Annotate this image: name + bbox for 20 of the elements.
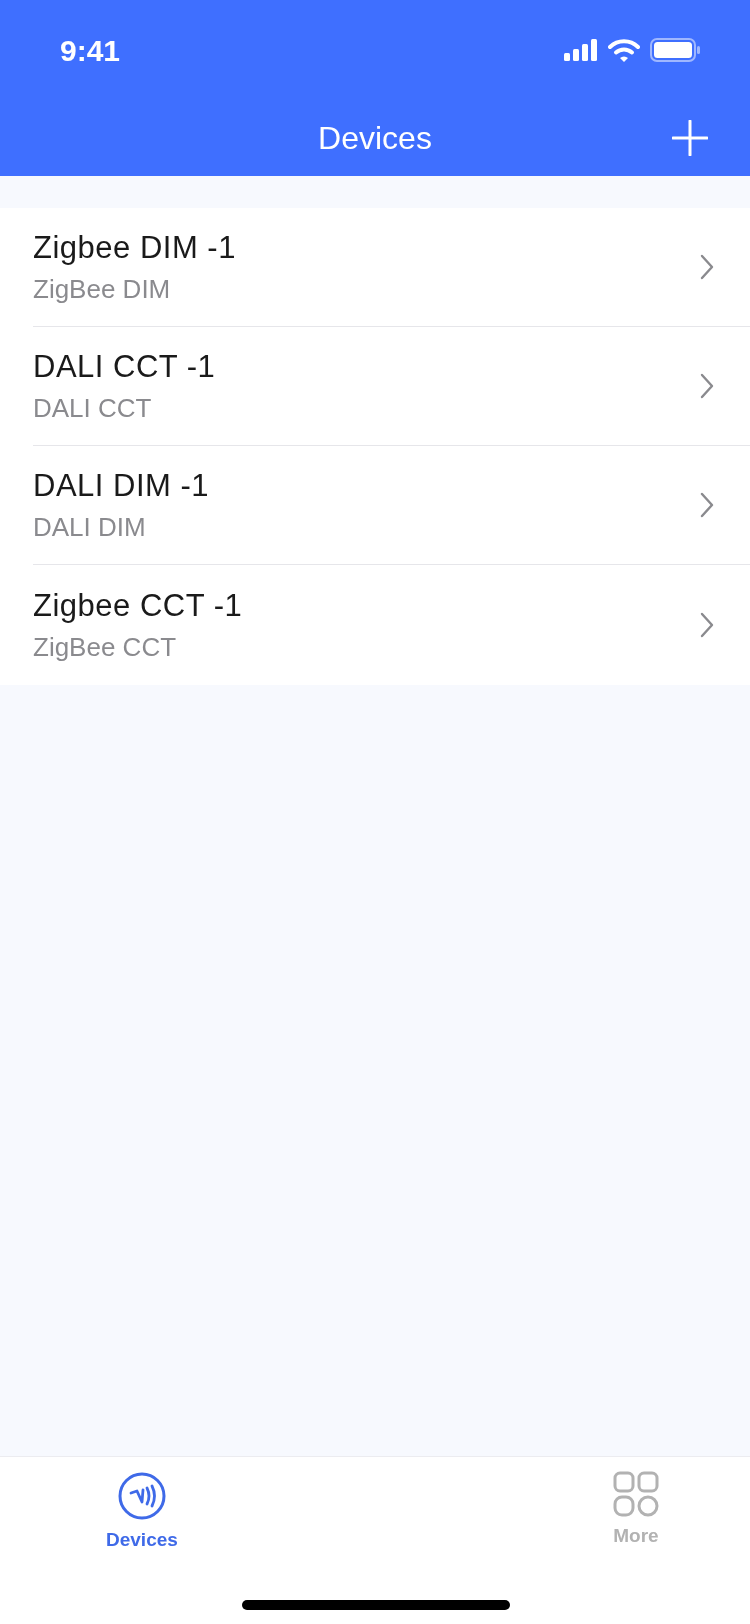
status-time: 9:41	[60, 33, 121, 68]
device-name: DALI CCT -1	[33, 348, 216, 385]
grid-icon	[613, 1471, 659, 1517]
device-name: Zigbee DIM -1	[33, 229, 236, 266]
battery-icon	[650, 38, 700, 62]
chevron-icon	[700, 373, 714, 399]
device-name: Zigbee CCT -1	[33, 587, 243, 624]
device-type: DALI DIM	[33, 511, 147, 543]
chevron-icon	[700, 612, 714, 638]
device-type: ZigBee DIM	[33, 273, 172, 305]
device-name: DALI DIM -1	[33, 467, 210, 504]
nfc-icon	[116, 1471, 167, 1521]
wifi-icon	[608, 38, 640, 62]
device-type: ZigBee CCT	[33, 631, 178, 663]
nav-title: Devices	[318, 119, 432, 157]
signal-icon	[564, 39, 598, 61]
chevron-icon	[700, 254, 714, 280]
chevron-icon	[700, 492, 714, 518]
device-type: DALI CCT	[33, 392, 153, 424]
tab-button[interactable]: Devices	[100, 1457, 184, 1552]
